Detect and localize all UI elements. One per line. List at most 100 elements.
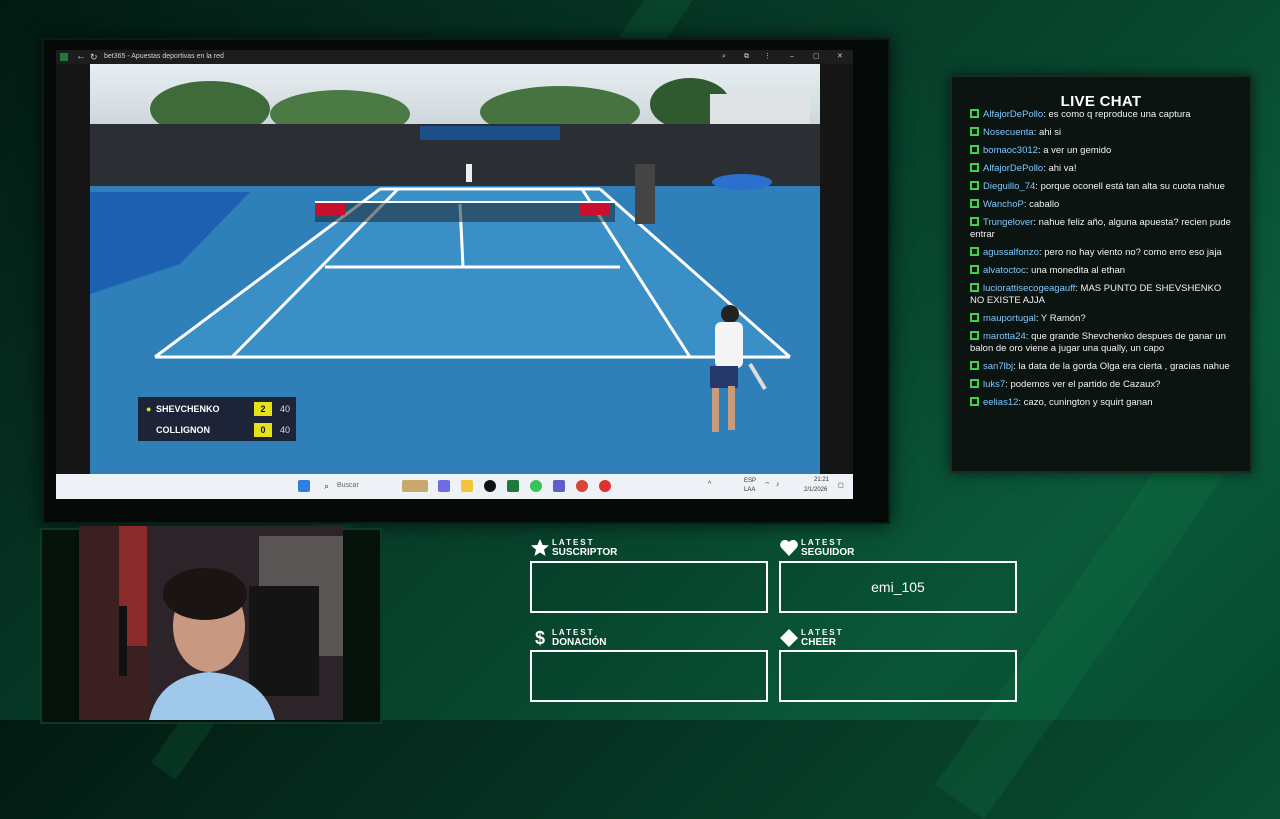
network-icon[interactable]: ⌔ <box>764 481 771 490</box>
latest-donacion-box <box>530 650 768 702</box>
whatsapp-icon[interactable] <box>530 480 542 492</box>
taskbar-search-input[interactable]: Buscar <box>337 482 359 489</box>
teams-icon[interactable] <box>553 480 565 492</box>
player1-name: SHEVCHENKO <box>156 404 220 414</box>
chat-username[interactable]: AlfajorDePollo <box>983 109 1043 120</box>
restore-icon[interactable]: ▢ <box>813 50 820 64</box>
user-badge-icon <box>970 247 979 256</box>
user-badge-icon <box>970 145 979 154</box>
chat-username[interactable]: luciorattisecogeagauff <box>983 283 1075 294</box>
close-icon[interactable]: ✕ <box>837 50 843 64</box>
latest-cheer-header: LATEST CHEER <box>779 628 979 650</box>
alert-big-label: CHEER <box>801 637 837 648</box>
chat-text: Y Ramón? <box>1040 313 1086 324</box>
chat-message: luciorattisecogeagauff: MAS PUNTO DE SHE… <box>970 283 1232 307</box>
favicon <box>60 53 68 61</box>
webcam-feed <box>79 526 343 720</box>
scoreboard: ● SHEVCHENKO 2 40 COLLIGNON 0 40 <box>138 397 296 441</box>
live-chat-title: LIVE CHAT <box>1060 93 1142 110</box>
alert-big-label: SUSCRIPTOR <box>552 547 618 558</box>
dollar-icon: $ <box>534 628 545 648</box>
chat-username[interactable]: eelias12 <box>983 397 1018 408</box>
folder-icon[interactable] <box>461 480 473 492</box>
weather-icon <box>402 480 428 492</box>
chat-message: Trungelover: nahue feliz año, alguna apu… <box>970 217 1232 241</box>
lang-bottom[interactable]: LAA <box>744 487 755 493</box>
chat-username[interactable]: san7lbj <box>983 361 1013 372</box>
taskbar-search-icon[interactable]: ⌕ <box>324 481 329 492</box>
chat-message: bomaoc3012: a ver un gemido <box>970 145 1232 157</box>
chat-message: san7lbj: la data de la gorda Olga era ci… <box>970 361 1232 373</box>
user-badge-icon <box>970 127 979 136</box>
tray-chevron-icon[interactable]: ^ <box>708 481 711 488</box>
latest-cheer-box <box>779 650 1017 702</box>
chat-message: agussalfonzo: pero no hay viento no? com… <box>970 247 1232 259</box>
user-badge-icon <box>970 379 979 388</box>
alert-big-label: SEGUIDOR <box>801 547 855 558</box>
chat-text: cazo, cunington y squirt ganan <box>1023 397 1153 408</box>
user-badge-icon <box>970 163 979 172</box>
user-badge-icon <box>970 199 979 208</box>
zoom-icon[interactable]: ⌕ <box>722 50 726 64</box>
chat-text: una monedita al ethan <box>1031 265 1126 276</box>
chat-text: podemos ver el partido de Cazaux? <box>1010 379 1161 390</box>
user-badge-icon <box>970 217 979 226</box>
chat-username[interactable]: WanchoP <box>983 199 1024 210</box>
chat-username[interactable]: Dieguillo_74 <box>983 181 1035 192</box>
latest-suscriptor-box <box>530 561 768 613</box>
clock-time[interactable]: 21:21 <box>814 477 829 483</box>
minimize-icon[interactable]: – <box>790 50 794 64</box>
clock-date[interactable]: 2/1/2026 <box>804 487 827 493</box>
player1-games: 2 <box>254 402 272 416</box>
user-badge-icon <box>970 181 979 190</box>
chat-text: porque oconell está tan alta su cuota na… <box>1040 181 1225 192</box>
chat-username[interactable]: Trungelover <box>983 217 1033 228</box>
windows-start-icon[interactable] <box>298 480 310 492</box>
reload-icon[interactable]: ↻ <box>90 50 98 64</box>
notifications-icon[interactable]: ◻ <box>838 481 844 489</box>
bet365-icon[interactable] <box>507 480 519 492</box>
browser-window: ← ↻ bet365 - Apuestas deportivas en la r… <box>56 50 853 499</box>
chat-username[interactable]: luks7 <box>983 379 1005 390</box>
left-letterbox <box>56 64 90 474</box>
player1-points: 40 <box>279 404 290 414</box>
chat-text: ahi si <box>1038 127 1062 138</box>
user-badge-icon <box>970 109 979 118</box>
back-icon[interactable]: ← <box>76 50 86 64</box>
chat-username[interactable]: mauportugal <box>983 313 1036 324</box>
chat-username[interactable]: Nosecuenta <box>983 127 1034 138</box>
chat-message: marotta24: que grande Shevchenko despues… <box>970 331 1232 355</box>
latest-suscriptor-header: LATEST SUSCRIPTOR <box>530 538 730 560</box>
chat-text: ahi va! <box>1048 163 1077 174</box>
player2-points: 40 <box>279 425 290 435</box>
user-badge-icon <box>970 313 979 322</box>
tab-title[interactable]: bet365 - Apuestas deportivas en la red <box>104 50 224 64</box>
chat-message: AlfajorDePollo: es como q reproduce una … <box>970 109 1232 121</box>
webcam-scene <box>79 526 343 720</box>
share-icon[interactable]: ⧉ <box>744 50 749 64</box>
tennis-video[interactable]: ● SHEVCHENKO 2 40 COLLIGNON 0 40 <box>90 64 820 474</box>
chat-message: Dieguillo_74: porque oconell está tan al… <box>970 181 1232 193</box>
chat-text: la data de la gorda Olga era cierta , gr… <box>1018 361 1230 372</box>
latest-seguidor-box: emi_105 <box>779 561 1017 613</box>
heart-icon <box>780 539 798 556</box>
chrome-icon[interactable] <box>576 480 588 492</box>
chat-username[interactable]: bomaoc3012 <box>983 145 1038 156</box>
chat-text: caballo <box>1029 199 1060 210</box>
chat-username[interactable]: agussalfonzo <box>983 247 1039 258</box>
app-icon[interactable] <box>599 480 611 492</box>
chat-text: es como q reproduce una captura <box>1048 109 1191 120</box>
volume-icon[interactable]: ♪ <box>776 481 780 488</box>
copilot-icon[interactable] <box>438 480 450 492</box>
windows-taskbar: ⌕ Buscar ^ ESP LAA ⌔ ♪ 21:21 2/1/2026 ◻ <box>56 474 853 499</box>
lang-top[interactable]: ESP <box>744 478 756 484</box>
menu-icon[interactable]: ⋮ <box>764 50 771 64</box>
alert-small-label: LATEST <box>552 538 595 547</box>
chat-text: a ver un gemido <box>1043 145 1112 156</box>
chat-username[interactable]: AlfajorDePollo <box>983 163 1043 174</box>
chat-username[interactable]: marotta24 <box>983 331 1026 342</box>
chat-username[interactable]: alvatoctoc <box>983 265 1026 276</box>
chat-message-list[interactable]: AlfajorDePollo: es como q reproduce una … <box>970 109 1232 415</box>
user-badge-icon <box>970 397 979 406</box>
tiktok-icon[interactable] <box>484 480 496 492</box>
